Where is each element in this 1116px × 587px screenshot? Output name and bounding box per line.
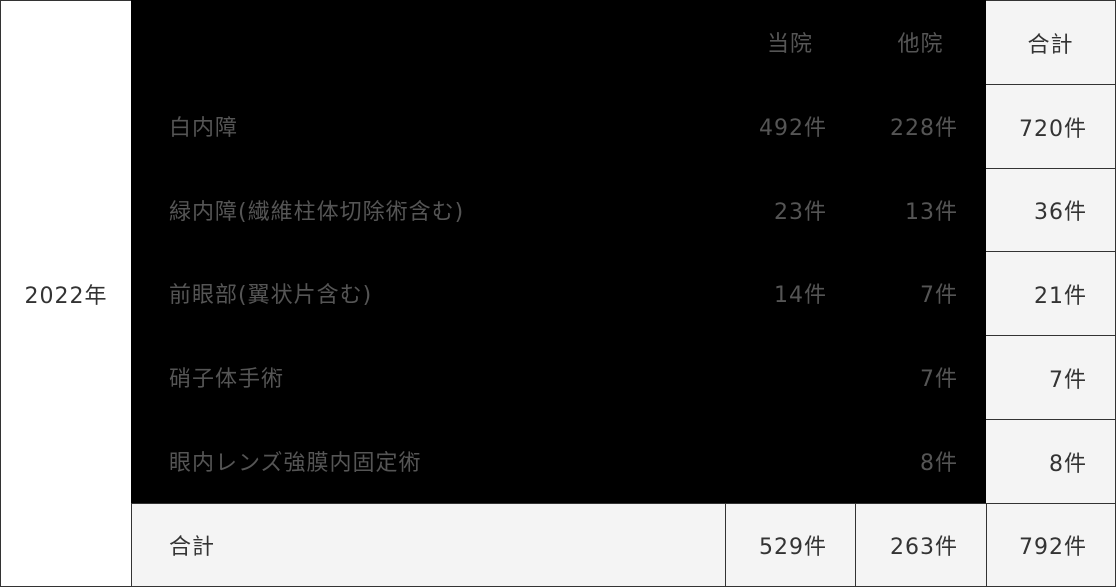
row-total-count: 36件 <box>986 169 1115 252</box>
footer-total-row: 合計 529件 263件 792件 <box>131 503 1116 587</box>
row-other-count: 13件 <box>905 199 958 225</box>
row-other-count: 228件 <box>890 116 958 141</box>
row-label: 前眼部(翼状片含む) <box>169 283 373 308</box>
row-label: 硝子体手術 <box>169 367 285 392</box>
total-column: 合計 720件 36件 21件 7件 8件 <box>986 0 1116 503</box>
row-own-count <box>725 335 855 419</box>
row-total-count: 7件 <box>986 336 1115 420</box>
row-label: 緑内障(繊維柱体切除術含む) <box>169 199 465 225</box>
header-total: 合計 <box>986 1 1115 85</box>
row-total-count: 21件 <box>986 252 1115 336</box>
row-total-count: 720件 <box>986 85 1115 169</box>
row-label: 白内障 <box>169 116 239 141</box>
row-own-count: 14件 <box>774 283 827 308</box>
year-label: 2022年 <box>0 0 131 587</box>
surgery-count-table: 2022年 当院 他院 白内障 492件 228件 緑内障(繊維柱体切除術含む)… <box>0 0 1116 587</box>
row-other-count: 7件 <box>920 367 958 392</box>
footer-other-total: 263件 <box>855 504 986 586</box>
row-other-count: 8件 <box>920 451 958 476</box>
footer-label: 合計 <box>169 535 216 560</box>
row-own-count: 23件 <box>774 199 827 225</box>
row-total-count: 8件 <box>1049 452 1087 477</box>
row-own-count: 492件 <box>759 116 827 141</box>
row-other-count: 7件 <box>920 283 958 308</box>
footer-own-total: 529件 <box>725 504 855 586</box>
footer-grand-total: 792件 <box>986 504 1115 586</box>
row-own-count <box>725 419 855 503</box>
row-label: 眼内レンズ強膜内固定術 <box>169 451 422 476</box>
header-other-hospital: 他院 <box>897 32 944 57</box>
header-own-hospital: 当院 <box>766 32 813 57</box>
main-data-block: 当院 他院 白内障 492件 228件 緑内障(繊維柱体切除術含む) 23件 1… <box>131 0 986 503</box>
